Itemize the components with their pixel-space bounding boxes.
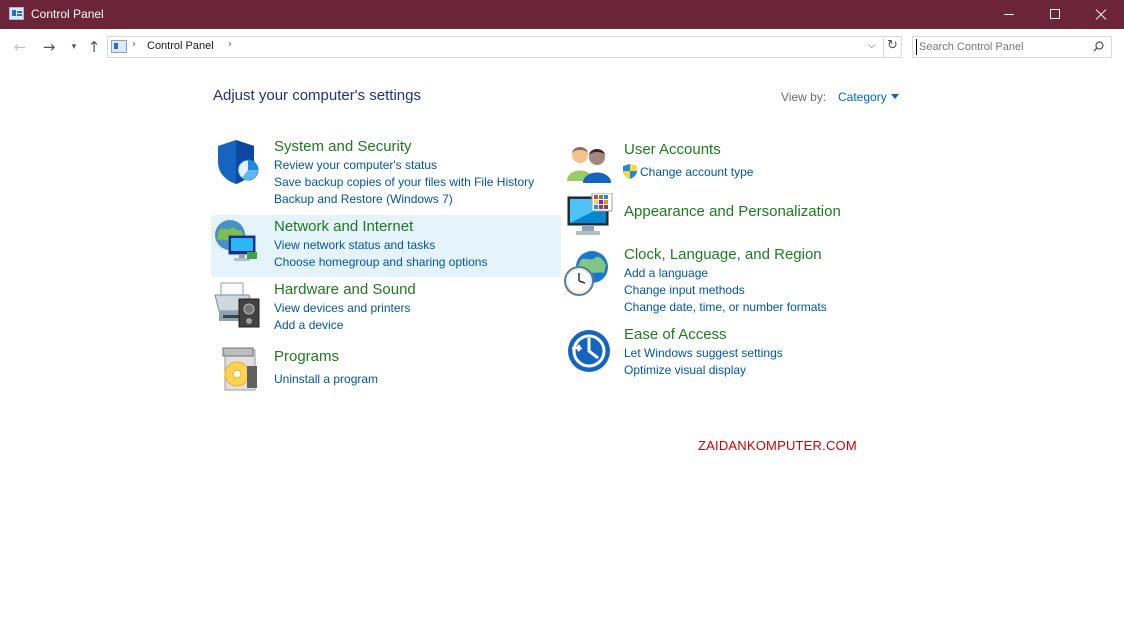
monitor-palette-icon[interactable] — [566, 193, 614, 239]
breadcrumb-control-panel[interactable]: Control Panel — [147, 40, 214, 52]
link-input-methods[interactable]: Change input methods — [624, 283, 745, 297]
search-box[interactable] — [912, 36, 1112, 58]
control-panel-icon — [111, 40, 127, 53]
link-homegroup-sharing[interactable]: Choose homegroup and sharing options — [274, 255, 487, 269]
category-user-accounts[interactable]: User Accounts — [624, 141, 721, 158]
page-title: Adjust your computer's settings — [213, 87, 421, 104]
category-programs[interactable]: Programs — [274, 348, 339, 365]
title-bar: Control Panel — [0, 0, 1124, 29]
up-button[interactable]: ↑ — [84, 37, 104, 57]
address-divider — [883, 37, 884, 57]
programs-disc-icon[interactable] — [219, 346, 261, 392]
category-clock-region[interactable]: Clock, Language, and Region — [624, 246, 822, 263]
uac-shield-icon — [623, 164, 637, 179]
search-input[interactable] — [916, 39, 1086, 55]
link-file-history[interactable]: Save backup copies of your files with Fi… — [274, 175, 534, 189]
address-bar[interactable]: › Control Panel › ⌵ ↻ — [107, 36, 902, 58]
minimize-icon — [1004, 14, 1014, 15]
link-review-status[interactable]: Review your computer's status — [274, 158, 437, 172]
close-button[interactable] — [1078, 0, 1124, 29]
link-add-device[interactable]: Add a device — [274, 318, 343, 332]
watermark-text: ZAIDANKOMPUTER.COM — [698, 438, 857, 453]
recent-locations-button[interactable]: ▾ — [64, 37, 84, 57]
forward-button[interactable]: → — [39, 37, 59, 57]
category-ease-of-access[interactable]: Ease of Access — [624, 326, 727, 343]
link-date-time-formats[interactable]: Change date, time, or number formats — [624, 300, 827, 314]
link-backup-restore[interactable]: Backup and Restore (Windows 7) — [274, 192, 453, 206]
printer-speaker-icon[interactable] — [213, 281, 263, 329]
clock-globe-icon[interactable] — [564, 249, 612, 297]
shield-icon[interactable] — [214, 138, 262, 186]
link-uninstall-program[interactable]: Uninstall a program — [274, 372, 378, 386]
chevron-down-icon[interactable] — [891, 94, 899, 99]
link-optimize-display[interactable]: Optimize visual display — [624, 363, 746, 377]
users-icon[interactable] — [567, 143, 613, 183]
category-network-internet[interactable]: Network and Internet — [274, 218, 413, 235]
window-title: Control Panel — [31, 7, 104, 21]
ease-of-access-icon[interactable] — [566, 328, 612, 374]
search-icon[interactable] — [1093, 41, 1104, 52]
breadcrumb-chevron-icon[interactable]: › — [228, 39, 232, 50]
link-change-account-type[interactable]: Change account type — [640, 165, 753, 179]
link-network-status[interactable]: View network status and tasks — [274, 238, 435, 252]
network-globe-icon[interactable] — [213, 218, 261, 264]
navigation-bar: ← → ▾ ↑ › Control Panel › ⌵ ↻ — [0, 29, 1124, 65]
link-devices-printers[interactable]: View devices and printers — [274, 301, 411, 315]
maximize-button[interactable] — [1032, 0, 1078, 29]
category-hardware-sound[interactable]: Hardware and Sound — [274, 281, 416, 298]
category-appearance[interactable]: Appearance and Personalization — [624, 203, 841, 220]
link-suggest-settings[interactable]: Let Windows suggest settings — [624, 346, 783, 360]
refresh-icon[interactable]: ↻ — [887, 38, 898, 53]
maximize-icon — [1050, 9, 1060, 19]
view-by-label: View by: — [781, 90, 827, 104]
address-dropdown-icon[interactable]: ⌵ — [868, 40, 876, 51]
back-button[interactable]: ← — [10, 37, 30, 57]
view-by-dropdown[interactable]: Category — [838, 90, 887, 104]
control-panel-icon — [9, 7, 24, 20]
minimize-button[interactable] — [986, 0, 1032, 29]
link-add-language[interactable]: Add a language — [624, 266, 708, 280]
breadcrumb-chevron-icon[interactable]: › — [132, 39, 136, 50]
category-system-security[interactable]: System and Security — [274, 138, 412, 155]
